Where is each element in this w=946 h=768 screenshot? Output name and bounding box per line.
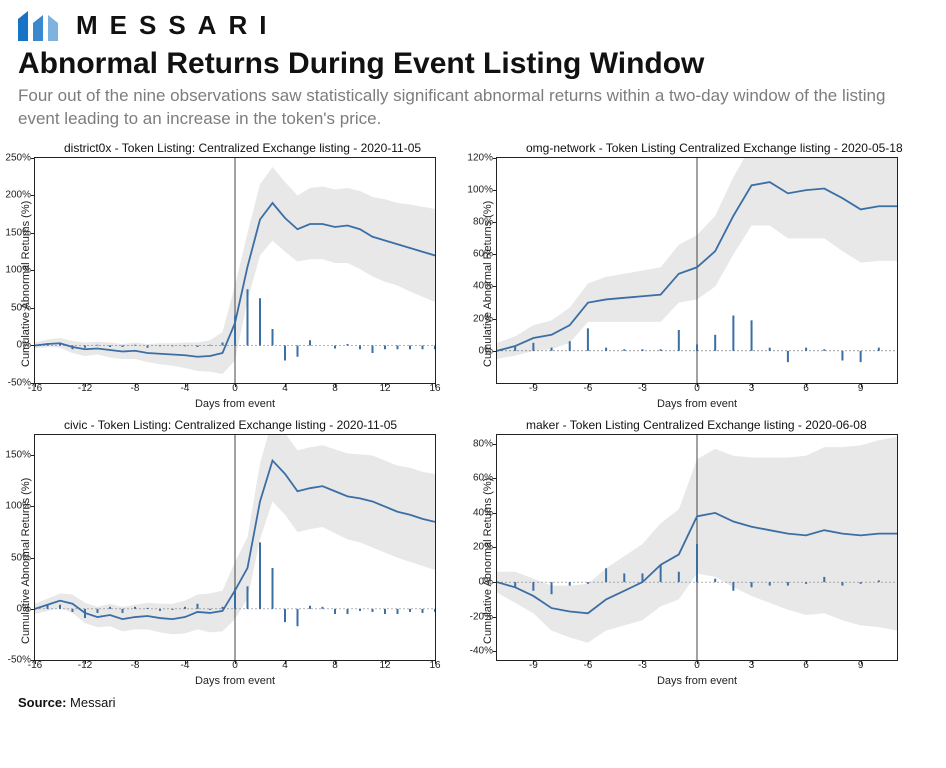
plot-area: -50%0%50%100%150%200%250%-16-12-8-404812… <box>34 157 436 384</box>
x-tick: 16 <box>429 660 440 671</box>
y-tick: 100% <box>5 265 31 276</box>
x-tick: 4 <box>282 383 288 394</box>
y-tick: -20% <box>470 611 493 622</box>
x-tick: 6 <box>803 660 809 671</box>
plot-area: -40%-20%0%20%40%60%80%-9-6-30369 <box>496 434 898 661</box>
x-tick: 8 <box>332 660 338 671</box>
x-tick: 6 <box>803 383 809 394</box>
chart-title: omg-network - Token Listing Centralized … <box>526 141 928 155</box>
x-axis-label: Days from event <box>496 398 898 410</box>
x-tick: -4 <box>181 383 190 394</box>
x-tick: -3 <box>638 660 647 671</box>
source-line: Source: Messari <box>18 695 928 710</box>
x-tick: -16 <box>28 660 42 671</box>
y-tick: 60% <box>473 249 493 260</box>
y-tick: 250% <box>5 152 31 163</box>
x-tick: -6 <box>583 383 592 394</box>
source-value: Messari <box>70 695 116 710</box>
x-tick: 0 <box>232 383 238 394</box>
x-tick: 12 <box>379 383 390 394</box>
x-tick: -6 <box>583 660 592 671</box>
source-label: Source: <box>18 695 66 710</box>
x-tick: 9 <box>858 383 864 394</box>
plot-area: -50%0%50%100%150%-16-12-8-40481216 <box>34 434 436 661</box>
y-tick: 20% <box>473 313 493 324</box>
y-tick: 60% <box>473 473 493 484</box>
y-tick: 80% <box>473 438 493 449</box>
messari-logo-icon <box>18 11 62 41</box>
x-tick: 3 <box>749 660 755 671</box>
y-tick: 40% <box>473 507 493 518</box>
x-tick: 3 <box>749 383 755 394</box>
x-tick: -12 <box>78 383 92 394</box>
brand: MESSARI <box>18 10 928 41</box>
chart-title: district0x - Token Listing: Centralized … <box>64 141 466 155</box>
panel-omg: omg-network - Token Listing Centralized … <box>480 139 928 410</box>
panel-maker: maker - Token Listing Centralized Exchan… <box>480 416 928 687</box>
y-tick: 50% <box>11 302 31 313</box>
chart-title: maker - Token Listing Centralized Exchan… <box>526 418 928 432</box>
x-tick: -3 <box>638 383 647 394</box>
panel-civic: civic - Token Listing: Centralized Excha… <box>18 416 466 687</box>
page-subtitle: Four out of the nine observations saw st… <box>18 85 928 131</box>
y-tick: -40% <box>470 646 493 657</box>
x-tick: -8 <box>131 660 140 671</box>
y-tick: 100% <box>467 185 493 196</box>
y-tick: 150% <box>5 450 31 461</box>
x-tick: 16 <box>429 383 440 394</box>
x-tick: -16 <box>28 383 42 394</box>
x-tick: -9 <box>529 660 538 671</box>
y-tick: 0% <box>479 345 493 356</box>
x-axis-label: Days from event <box>34 675 436 687</box>
x-tick: 0 <box>694 383 700 394</box>
brand-name: MESSARI <box>76 10 278 41</box>
panel-district0x: district0x - Token Listing: Centralized … <box>18 139 466 410</box>
chart-grid: district0x - Token Listing: Centralized … <box>18 139 928 687</box>
chart-title: civic - Token Listing: Centralized Excha… <box>64 418 466 432</box>
y-tick: 0% <box>479 576 493 587</box>
x-tick: 4 <box>282 660 288 671</box>
y-tick: 0% <box>17 340 31 351</box>
y-tick: 0% <box>17 603 31 614</box>
x-tick: -4 <box>181 660 190 671</box>
y-tick: 80% <box>473 217 493 228</box>
page-title: Abnormal Returns During Event Listing Wi… <box>18 47 928 81</box>
x-tick: 0 <box>694 660 700 671</box>
x-tick: 0 <box>232 660 238 671</box>
y-tick: 50% <box>11 552 31 563</box>
plot-area: 0%20%40%60%80%100%120%-9-6-30369 <box>496 157 898 384</box>
x-axis-label: Days from event <box>496 675 898 687</box>
x-axis-label: Days from event <box>34 398 436 410</box>
x-tick: -8 <box>131 383 140 394</box>
y-tick: 120% <box>467 152 493 163</box>
y-tick: 20% <box>473 542 493 553</box>
x-tick: -12 <box>78 660 92 671</box>
y-tick: 150% <box>5 227 31 238</box>
y-tick: 40% <box>473 281 493 292</box>
x-tick: 9 <box>858 660 864 671</box>
x-tick: -9 <box>529 383 538 394</box>
x-tick: 8 <box>332 383 338 394</box>
y-tick: 200% <box>5 190 31 201</box>
x-tick: 12 <box>379 660 390 671</box>
y-tick: 100% <box>5 501 31 512</box>
